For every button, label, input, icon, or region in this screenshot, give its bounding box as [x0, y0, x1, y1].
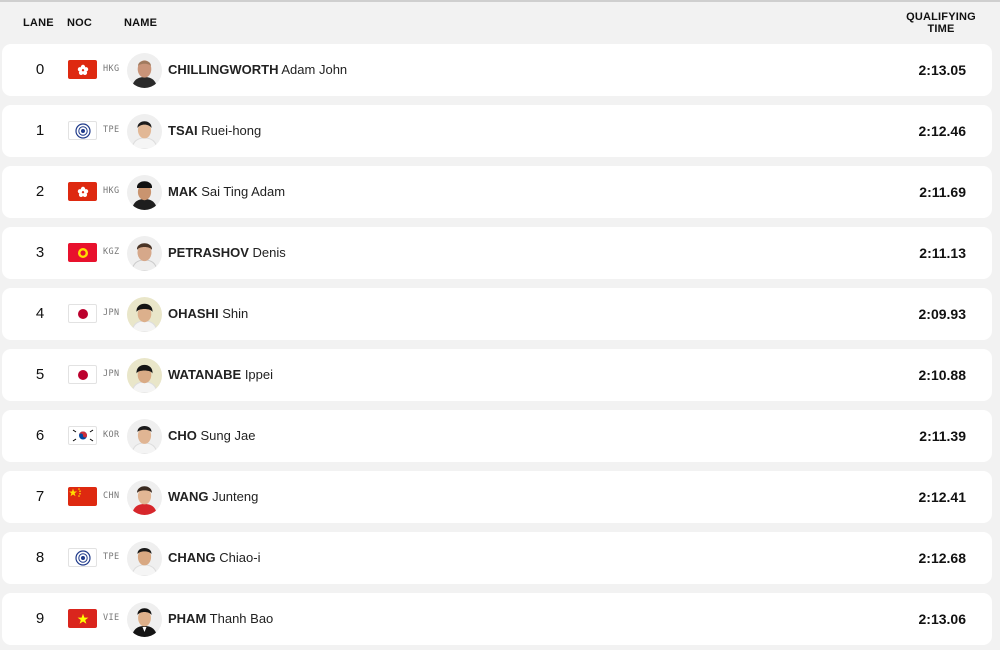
qualifying-time: 2:12.68 — [918, 550, 966, 566]
athlete-avatar[interactable] — [127, 53, 162, 88]
qualifying-time: 2:13.06 — [918, 611, 966, 627]
athlete-name[interactable]: WANG Junteng — [168, 489, 258, 504]
athlete-given-name: Sung Jae — [200, 428, 256, 443]
athlete-given-name: Ruei-hong — [201, 123, 262, 138]
athlete-name[interactable]: WATANABE Ippei — [168, 367, 273, 382]
noc-code: JPN — [103, 369, 120, 379]
athlete-given-name: Shin — [222, 306, 249, 321]
athlete-avatar[interactable] — [127, 114, 162, 149]
lane-number: 5 — [35, 366, 45, 383]
qualifying-time-header-line2: TIME — [927, 23, 955, 35]
tpe-flag-icon — [68, 548, 97, 567]
athlete-avatar[interactable] — [127, 175, 162, 210]
noc-code: TPE — [103, 552, 120, 562]
athlete-surname: PETRASHOV — [168, 245, 249, 260]
lane-number: 4 — [35, 305, 45, 322]
lane-number: 0 — [35, 61, 45, 78]
athlete-name[interactable]: PETRASHOV Denis — [168, 245, 286, 260]
chn-flag-icon — [68, 487, 97, 506]
table-row[interactable]: 3 KGZ PETRASHOV Denis 2:11.13 — [2, 227, 992, 279]
noc-code: CHN — [103, 491, 120, 501]
jpn-flag-icon — [68, 365, 97, 384]
athlete-avatar[interactable] — [127, 480, 162, 515]
qualifying-time: 2:11.69 — [919, 184, 966, 200]
kor-flag-icon — [68, 426, 97, 445]
athlete-avatar[interactable] — [127, 541, 162, 576]
qualifying-time: 2:13.05 — [918, 62, 966, 78]
athlete-surname: TSAI — [168, 123, 198, 138]
noc-code: HKG — [103, 186, 120, 196]
athlete-avatar[interactable] — [127, 419, 162, 454]
noc-code: JPN — [103, 308, 120, 318]
lane-number: 1 — [35, 122, 45, 139]
table-row[interactable]: 4 JPN OHASHI Shin 2:09.93 — [2, 288, 992, 340]
athlete-surname: WATANABE — [168, 367, 242, 382]
qualifying-time: 2:09.93 — [918, 306, 966, 322]
athlete-surname: WANG — [168, 489, 209, 504]
hkg-flag-icon — [68, 182, 97, 201]
vie-flag-icon — [68, 609, 97, 628]
athlete-given-name: Thanh Bao — [209, 611, 274, 626]
qualifying-time: 2:10.88 — [918, 367, 966, 383]
athlete-surname: CHANG — [168, 550, 216, 565]
tpe-flag-icon — [68, 121, 97, 140]
qualifying-time: 2:11.13 — [919, 245, 966, 261]
lane-column-header: LANE — [23, 17, 54, 29]
athlete-given-name: Adam John — [281, 62, 348, 77]
athlete-avatar[interactable] — [127, 236, 162, 271]
table-header: LANE NOC NAME QUALIFYING TIME — [0, 2, 1000, 44]
qualifying-time: 2:12.46 — [918, 123, 966, 139]
jpn-flag-icon — [68, 304, 97, 323]
athlete-given-name: Junteng — [212, 489, 259, 504]
athlete-given-name: Denis — [252, 245, 286, 260]
athlete-given-name: Sai Ting Adam — [201, 184, 286, 199]
table-row[interactable]: 8 TPE CHANG Chiao-i 2:12.68 — [2, 532, 992, 584]
lane-number: 6 — [35, 427, 45, 444]
noc-code: KGZ — [103, 247, 120, 257]
table-row[interactable]: 9 VIE PHAM Thanh Bao 2:13.06 — [2, 593, 992, 645]
table-row[interactable]: 0 HKG CHILLINGWORTH Adam John 2:13.05 — [2, 44, 992, 96]
athlete-surname: CHILLINGWORTH — [168, 62, 279, 77]
athlete-surname: CHO — [168, 428, 197, 443]
hkg-flag-icon — [68, 60, 97, 79]
lane-number: 2 — [35, 183, 45, 200]
athlete-given-name: Ippei — [244, 367, 274, 382]
lane-number: 7 — [35, 488, 45, 505]
athlete-name[interactable]: CHANG Chiao-i — [168, 550, 260, 565]
table-row[interactable]: 7 CHN WANG Junteng 2:12.41 — [2, 471, 992, 523]
table-row[interactable]: 5 JPN WATANABE Ippei 2:10.88 — [2, 349, 992, 401]
noc-code: VIE — [103, 613, 120, 623]
athlete-surname: MAK — [168, 184, 198, 199]
table-row[interactable]: 6 KOR CHO Sung Jae 2:11.39 — [2, 410, 992, 462]
athlete-avatar[interactable] — [127, 602, 162, 637]
athlete-name[interactable]: TSAI Ruei-hong — [168, 123, 261, 138]
athlete-surname: OHASHI — [168, 306, 219, 321]
lane-number: 9 — [35, 610, 45, 627]
athlete-name[interactable]: PHAM Thanh Bao — [168, 611, 273, 626]
athlete-avatar[interactable] — [127, 358, 162, 393]
name-column-header: NAME — [124, 17, 158, 29]
noc-code: HKG — [103, 64, 120, 74]
qualifying-time-column-header: QUALIFYING TIME — [890, 11, 992, 35]
athlete-name[interactable]: MAK Sai Ting Adam — [168, 184, 285, 199]
athlete-name[interactable]: CHILLINGWORTH Adam John — [168, 62, 347, 77]
athlete-given-name: Chiao-i — [219, 550, 261, 565]
athlete-name[interactable]: CHO Sung Jae — [168, 428, 255, 443]
noc-column-header: NOC — [67, 17, 93, 29]
athlete-avatar[interactable] — [127, 297, 162, 332]
table-row[interactable]: 1 TPE TSAI Ruei-hong 2:12.46 — [2, 105, 992, 157]
lane-number: 3 — [35, 244, 45, 261]
athlete-surname: PHAM — [168, 611, 207, 626]
athlete-name[interactable]: OHASHI Shin — [168, 306, 248, 321]
table-row[interactable]: 2 HKG MAK Sai Ting Adam 2:11.69 — [2, 166, 992, 218]
kgz-flag-icon — [68, 243, 97, 262]
qualifying-time: 2:12.41 — [918, 489, 966, 505]
lane-number: 8 — [35, 549, 45, 566]
noc-code: TPE — [103, 125, 120, 135]
qualifying-time-header-line1: QUALIFYING — [906, 11, 976, 23]
noc-code: KOR — [103, 430, 120, 440]
qualifying-time: 2:11.39 — [919, 428, 966, 444]
